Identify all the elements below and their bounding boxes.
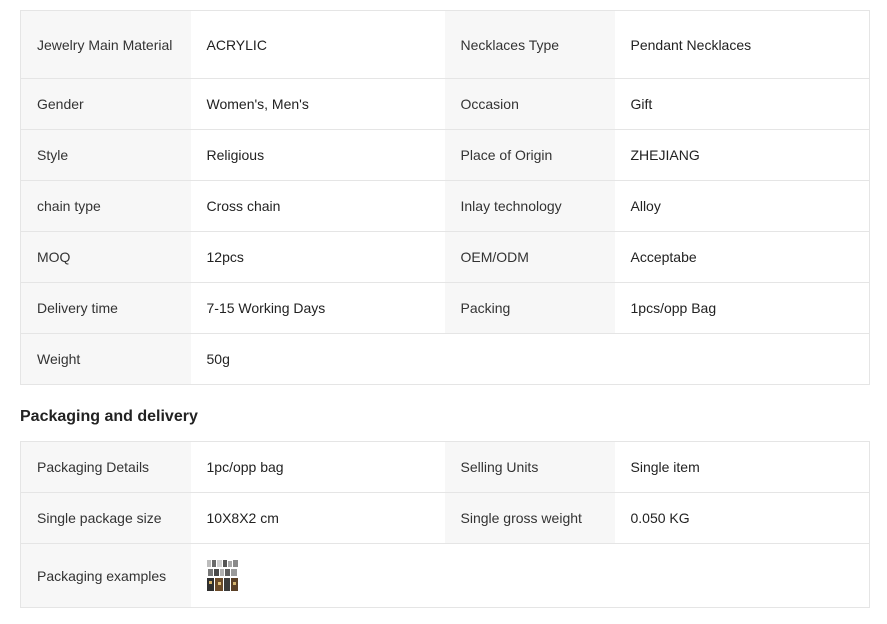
attribute-key: Packing xyxy=(444,282,615,334)
attribute-key: Occasion xyxy=(444,78,615,130)
table-row: Weight 50g xyxy=(20,333,870,385)
attribute-key: Gender xyxy=(20,78,191,130)
attribute-key: Jewelry Main Material xyxy=(20,10,191,79)
table-row: Single package size 10X8X2 cm Single gro… xyxy=(20,492,870,544)
table-row: Gender Women's, Men's Occasion Gift xyxy=(20,78,870,130)
attribute-key: Place of Origin xyxy=(444,129,615,181)
attribute-value: 1pcs/opp Bag xyxy=(614,282,870,334)
attribute-key: Packaging Details xyxy=(20,441,191,493)
attribute-key: chain type xyxy=(20,180,191,232)
attribute-value: Gift xyxy=(614,78,870,130)
attribute-value: 10X8X2 cm xyxy=(190,492,445,544)
attribute-value: Religious xyxy=(190,129,445,181)
attribute-value: Acceptabe xyxy=(614,231,870,283)
empty-cell xyxy=(614,333,870,385)
table-row: MOQ 12pcs OEM/ODM Acceptabe xyxy=(20,231,870,283)
attribute-key: Style xyxy=(20,129,191,181)
attribute-value: Cross chain xyxy=(190,180,445,232)
table-row: Packaging Details 1pc/opp bag Selling Un… xyxy=(20,441,870,493)
table-row: Delivery time 7-15 Working Days Packing … xyxy=(20,282,870,334)
attribute-key: Selling Units xyxy=(444,441,615,493)
attribute-value: ZHEJIANG xyxy=(614,129,870,181)
attribute-key: Single gross weight xyxy=(444,492,615,544)
attribute-value: Women's, Men's xyxy=(190,78,445,130)
attribute-key: Single package size xyxy=(20,492,191,544)
attribute-value: Pendant Necklaces xyxy=(614,10,870,79)
packaging-examples-cell xyxy=(190,543,870,608)
table-row: chain type Cross chain Inlay technology … xyxy=(20,180,870,232)
table-row: Packaging examples xyxy=(20,543,870,608)
empty-cell xyxy=(444,333,615,385)
attribute-value: 0.050 KG xyxy=(614,492,870,544)
attribute-key: Weight xyxy=(20,333,191,385)
attribute-value: ACRYLIC xyxy=(190,10,445,79)
attribute-key: OEM/ODM xyxy=(444,231,615,283)
attribute-value: 50g xyxy=(190,333,445,385)
attribute-key: Delivery time xyxy=(20,282,191,334)
attribute-value: 7-15 Working Days xyxy=(190,282,445,334)
packaging-delivery-table: Packaging Details 1pc/opp bag Selling Un… xyxy=(20,441,870,608)
attribute-value: Alloy xyxy=(614,180,870,232)
product-attributes-table: Jewelry Main Material ACRYLIC Necklaces … xyxy=(20,10,870,385)
attribute-value: 12pcs xyxy=(190,231,445,283)
attribute-value: 1pc/opp bag xyxy=(190,441,445,493)
packaging-thumbnail-icon[interactable] xyxy=(206,559,239,592)
attribute-key: Packaging examples xyxy=(20,543,191,608)
table-row: Style Religious Place of Origin ZHEJIANG xyxy=(20,129,870,181)
attribute-key: Necklaces Type xyxy=(444,10,615,79)
attribute-value: Single item xyxy=(614,441,870,493)
attribute-key: MOQ xyxy=(20,231,191,283)
table-row: Jewelry Main Material ACRYLIC Necklaces … xyxy=(20,10,870,79)
section-title-packaging: Packaging and delivery xyxy=(20,408,198,425)
attribute-key: Inlay technology xyxy=(444,180,615,232)
